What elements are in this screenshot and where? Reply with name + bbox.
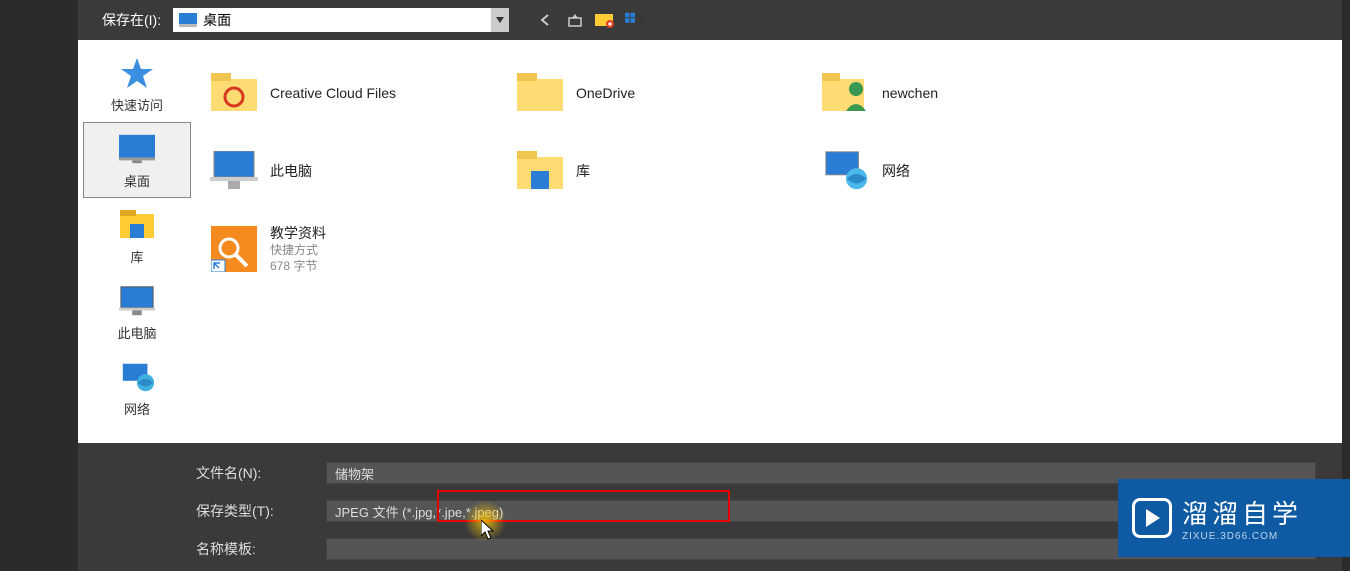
pc-icon [210,147,258,195]
save-in-value: 桌面 [203,10,231,30]
user-folder-icon [822,69,870,117]
sidebar-item-label: 网络 [124,399,150,418]
shortcut-label: 教学资料 [270,223,326,243]
sidebar-item-quickaccess[interactable]: 快速访问 [83,46,191,122]
top-toolbar: 保存在(I): 桌面 [78,0,1342,40]
sidebar-item-label: 库 [130,247,143,266]
library-icon [516,147,564,195]
folder-icon [210,69,258,117]
toolbar-icons [535,10,645,30]
watermark: 溜溜自学 ZIXUE.3D66.COM [1118,479,1350,557]
save-in-combo[interactable]: 桌面 [173,8,509,32]
pc-icon [119,283,155,319]
save-in-label: 保存在(I): [102,10,161,30]
item-thispc[interactable]: 此电脑 [204,132,510,210]
sidebar-item-desktop[interactable]: 桌面 [83,122,191,198]
sidebar-item-thispc[interactable]: 此电脑 [83,274,191,350]
new-folder-icon[interactable] [595,10,615,30]
filename-value: 储物架 [335,464,374,483]
library-icon [119,207,155,243]
folder-user[interactable]: newchen [816,54,1122,132]
item-label: 库 [576,161,590,181]
item-label: 此电脑 [270,161,312,181]
item-network[interactable]: 网络 [816,132,1122,210]
shortcut-icon [210,225,258,273]
folder-onedrive[interactable]: OneDrive [510,54,816,132]
item-label: 网络 [882,161,910,181]
back-icon[interactable] [535,10,555,30]
item-libraries[interactable]: 库 [510,132,816,210]
monitor-icon [119,131,155,167]
filetype-value: JPEG 文件 (*.jpg,*.jpe,*.jpeg) [335,502,503,521]
sidebar-item-label: 快速访问 [111,95,163,114]
file-listing: Creative Cloud Files OneDrive newchen 此电… [196,40,1342,443]
folder-label: OneDrive [576,85,635,101]
up-level-icon[interactable] [565,10,585,30]
network-icon [119,359,155,395]
sidebar-item-label: 此电脑 [117,323,156,342]
shortcut-size: 678 字节 [270,259,326,275]
folder-creative-cloud[interactable]: Creative Cloud Files [204,54,510,132]
folder-label: newchen [882,85,938,101]
network-icon [822,147,870,195]
filetype-label: 保存类型(T): [196,501,326,521]
places-sidebar: 快速访问 桌面 库 此电脑 网络 [78,40,196,443]
sidebar-item-label: 桌面 [124,171,150,190]
main-area: 快速访问 桌面 库 此电脑 网络 Crea [78,40,1342,443]
dropdown-button[interactable] [491,8,509,32]
shortcut-type: 快捷方式 [270,243,326,259]
filename-label: 文件名(N): [196,463,326,483]
watermark-title: 溜溜自学 [1182,494,1302,531]
sidebar-item-network[interactable]: 网络 [83,350,191,426]
folder-icon [516,69,564,117]
folder-label: Creative Cloud Files [270,85,396,101]
view-menu-icon[interactable] [625,10,645,30]
play-icon [1132,498,1172,538]
watermark-sub: ZIXUE.3D66.COM [1182,531,1302,542]
sidebar-item-libraries[interactable]: 库 [83,198,191,274]
star-icon [119,55,155,91]
template-label: 名称模板: [196,539,326,559]
shortcut-teaching[interactable]: 教学资料 快捷方式 678 字节 [204,210,510,288]
desktop-icon [179,13,197,27]
